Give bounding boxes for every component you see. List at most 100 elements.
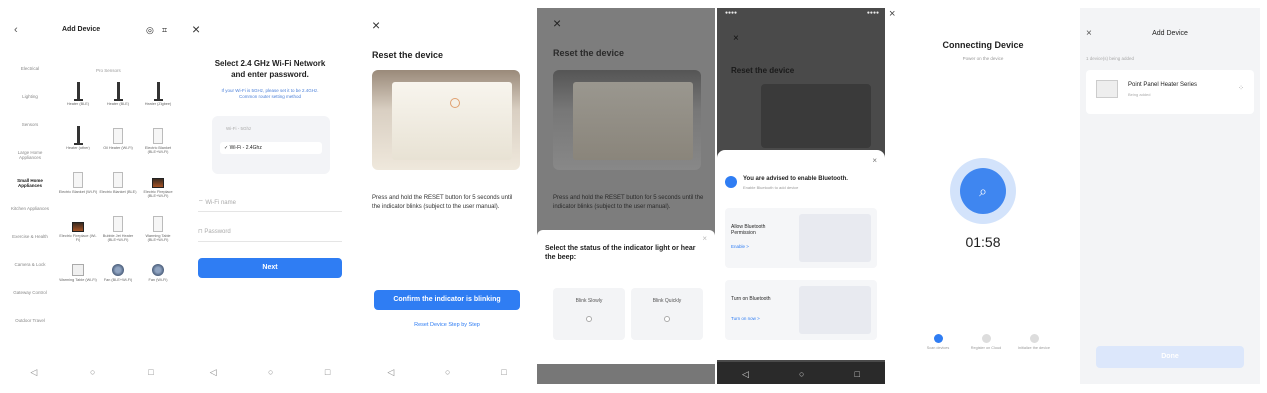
category-item[interactable]: Gateway Control — [8, 287, 52, 315]
recents-nav-icon[interactable]: □ — [325, 367, 330, 378]
device-tile[interactable]: Electric Blanket (BLE+Wi-Fi) — [138, 124, 178, 162]
device-tile[interactable]: Fan (Wi-Fi) — [138, 256, 178, 294]
heater-image — [392, 82, 512, 160]
turn-on-bluetooth-step: Turn on Bluetooth Turn on now > — [725, 280, 877, 340]
device-tile[interactable]: Bubble Jet Heater (BLE+Wi-Fi) — [98, 212, 138, 250]
recents-nav-icon[interactable]: □ — [148, 367, 153, 378]
lock-icon: ⊓ — [198, 229, 203, 235]
back-nav-icon[interactable]: ◁ — [742, 369, 749, 380]
category-item[interactable]: Lighting — [8, 91, 52, 119]
fire-icon — [72, 212, 84, 232]
device-tile[interactable]: Heater (BLE) — [58, 80, 98, 118]
add-device-screen: ‹ Add Device ◎ ⌗ Electrical Lighting Senso… — [4, 8, 180, 384]
device-tile[interactable]: Electric Blanket (Wi-Fi) — [58, 168, 98, 206]
close-icon[interactable]: × — [372, 18, 380, 32]
permission-illustration — [799, 214, 871, 262]
indicator-status-screen: × Reset the device Press and hold the RE… — [537, 8, 715, 384]
device-tile[interactable]: Electric Fireplace (BLE+Wi-Fi) — [138, 168, 178, 206]
close-icon[interactable]: × — [889, 8, 895, 20]
category-item[interactable]: Large Home Appliances — [8, 147, 52, 175]
countdown-timer: 01:58 — [965, 234, 1001, 250]
turn-on-link[interactable]: Turn on now > — [731, 316, 760, 321]
grid-section-title: Pro Sensors — [96, 68, 121, 73]
blink-quickly-option[interactable]: Blink Quickly — [631, 288, 703, 340]
category-item[interactable]: Small Home Appliances — [8, 175, 52, 203]
category-item[interactable]: Outdoor Travel — [8, 315, 52, 343]
search-progress-ring: ⌕ — [950, 158, 1016, 224]
wifi-title-line1: Select 2.4 GHz Wi-Fi Network — [214, 59, 326, 68]
scan-icon[interactable]: ◎ — [146, 25, 154, 36]
step-title: Allow Bluetooth Permission — [731, 224, 766, 236]
device-tile[interactable]: Warming Table (BLE+Wi-Fi) — [138, 212, 178, 250]
bluetooth-header: You are advised to enable Bluetooth. Ena… — [725, 176, 877, 190]
category-item[interactable]: Electrical — [8, 63, 52, 91]
android-nav-bar: ◁ ○ □ — [362, 367, 532, 378]
close-icon[interactable]: × — [872, 156, 877, 165]
category-item[interactable]: Exercise & Health — [8, 231, 52, 259]
device-label: Fan (Wi-Fi) — [148, 278, 168, 282]
wifi-name-field[interactable]: ⌔ Wi-Fi name — [198, 198, 342, 212]
lamp-shape — [113, 82, 123, 101]
device-name: Point Panel Heater Series — [1128, 82, 1198, 88]
heater-image — [573, 82, 693, 160]
page-title: Reset the device — [553, 48, 625, 58]
device-tile[interactable]: Fan (BLE+Wi-Fi) — [98, 256, 138, 294]
enable-link[interactable]: Enable > — [731, 244, 749, 249]
bigpanel-icon — [72, 256, 84, 276]
home-nav-icon[interactable]: ○ — [445, 367, 450, 378]
done-button[interactable]: Done — [1096, 346, 1244, 368]
category-item[interactable]: Camera & Lock — [8, 259, 52, 287]
recents-nav-icon[interactable]: □ — [501, 367, 506, 378]
home-nav-icon[interactable]: ○ — [268, 367, 273, 378]
reset-step-link[interactable]: Reset Device Step by Step — [362, 322, 532, 328]
device-card[interactable]: Point Panel Heater Series Being added ⁘ — [1086, 70, 1254, 114]
device-tile[interactable]: Electric Blanket (BLE) — [98, 168, 138, 206]
connection-steps: Scan devices Register on Cloud Initialize … — [918, 334, 1054, 350]
chevron-left-icon[interactable]: ‹ — [14, 24, 18, 36]
back-nav-icon[interactable]: ◁ — [210, 367, 217, 378]
search-icon: ⌕ — [960, 168, 1006, 214]
bluetooth-icon — [725, 176, 737, 188]
close-icon[interactable]: × — [553, 16, 561, 30]
wifi-name-placeholder: Wi-Fi name — [205, 200, 236, 206]
device-label: Electric Blanket (BLE+Wi-Fi) — [144, 146, 172, 154]
bulb-icon — [664, 316, 670, 322]
back-nav-icon[interactable]: ◁ — [387, 367, 394, 378]
fire-icon — [152, 168, 164, 188]
fan-icon — [112, 256, 124, 276]
step-dot-icon — [933, 334, 943, 343]
device-grid: Heater (BLE) Heater (BLE) Heater (Zigbee) H… — [58, 80, 178, 294]
device-label: Heater (Zigbee) — [144, 102, 172, 106]
next-button[interactable]: Next — [198, 258, 342, 278]
device-thumbnail — [1096, 80, 1118, 98]
device-tile[interactable]: Heater (other) — [58, 124, 98, 162]
category-item[interactable]: Kitchen Appliances — [8, 203, 52, 231]
router-setting-link[interactable]: Common router setting method — [194, 94, 346, 100]
connection-step: Scan devices — [918, 334, 958, 350]
home-nav-icon[interactable]: ○ — [799, 369, 804, 380]
close-icon[interactable]: × — [702, 234, 707, 243]
category-item[interactable]: Sensors — [8, 119, 52, 147]
bigpanel-shape — [72, 264, 84, 276]
indicator-sheet: × Select the status of the indicator lig… — [537, 230, 715, 364]
device-tile[interactable]: Warming Table (Wi-Fi) — [58, 256, 98, 294]
device-tile[interactable]: Electric Fireplace (Wi-Fi) — [58, 212, 98, 250]
device-tile[interactable]: Heater (BLE) — [98, 80, 138, 118]
close-icon[interactable]: × — [192, 22, 200, 36]
qr-scan-icon[interactable]: ⌗ — [162, 25, 167, 36]
fire-shape — [152, 178, 164, 188]
lamp-icon — [152, 80, 164, 101]
blink-slowly-option[interactable]: Blink Slowly — [553, 288, 625, 340]
reset-device-screen: × Reset the device Press and hold the RE… — [362, 8, 532, 384]
step-label: Scan devices — [926, 346, 950, 350]
recents-nav-icon[interactable]: □ — [855, 369, 860, 380]
close-icon[interactable]: × — [733, 34, 739, 44]
wifi-hint: If your Wi-Fi is 5GHz, please set it to … — [194, 88, 346, 100]
device-tile[interactable]: Oil Heater (Wi-Fi) — [98, 124, 138, 162]
device-tile[interactable]: Heater (Zigbee) — [138, 80, 178, 118]
lamp-icon — [72, 80, 84, 101]
confirm-blinking-button[interactable]: Confirm the indicator is blinking — [374, 290, 520, 310]
password-field[interactable]: ⊓ Password — [198, 228, 342, 242]
back-nav-icon[interactable]: ◁ — [30, 367, 37, 378]
home-nav-icon[interactable]: ○ — [90, 367, 95, 378]
